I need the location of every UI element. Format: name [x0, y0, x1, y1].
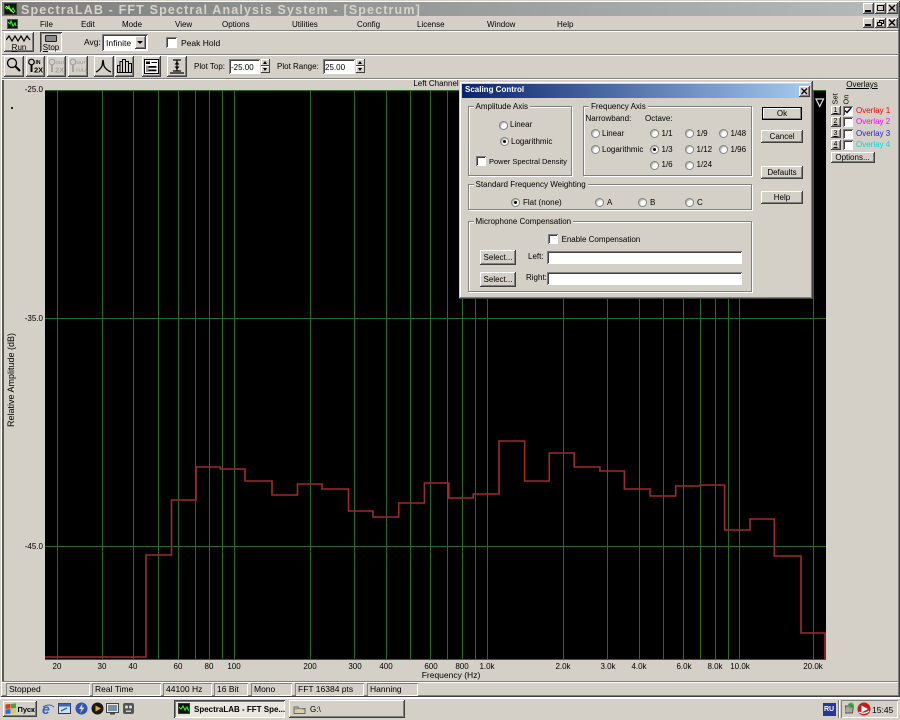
- svg-text:e: e: [42, 702, 50, 716]
- svg-text:FULL: FULL: [76, 68, 88, 73]
- svg-text:2X: 2X: [34, 66, 43, 75]
- svg-text:2X: 2X: [55, 66, 64, 75]
- svg-text:OUT: OUT: [56, 60, 66, 65]
- svg-text:OUT: OUT: [77, 60, 87, 65]
